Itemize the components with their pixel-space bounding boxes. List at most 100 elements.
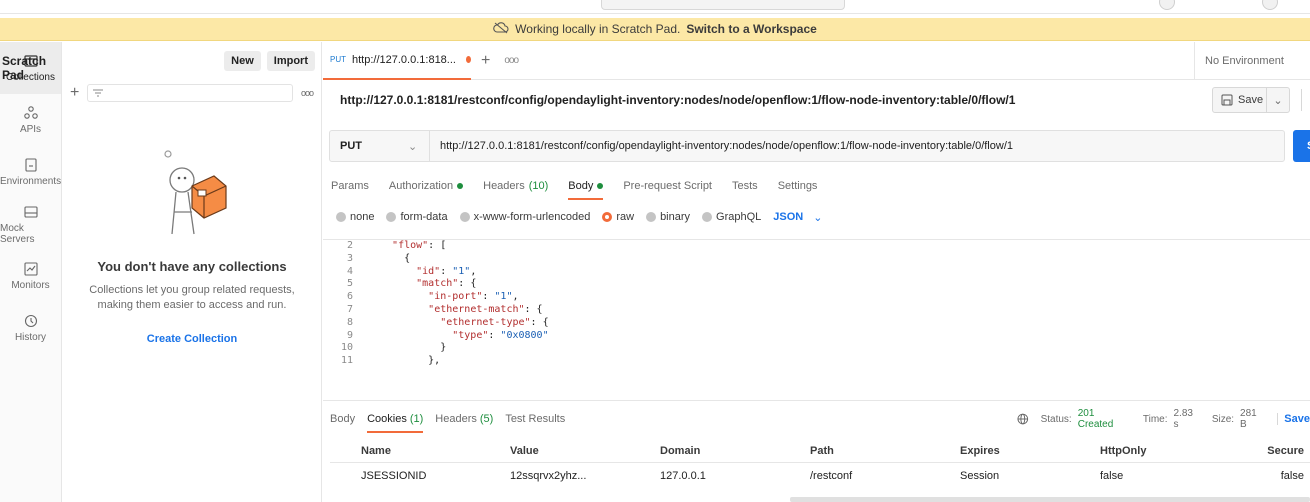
code-line[interactable]: 8 "ethernet-type": { — [323, 317, 1310, 330]
apis-icon — [23, 106, 38, 119]
tab-label: Cookies — [367, 413, 407, 425]
tab-test-results[interactable]: Test Results — [505, 405, 565, 433]
save-button[interactable]: Save ⌄ — [1212, 87, 1290, 113]
divider — [1301, 89, 1302, 111]
request-tab[interactable]: PUT http://127.0.0.1:818... — [323, 41, 471, 80]
column-header: Value — [510, 440, 660, 463]
body-type-binary[interactable]: binary — [646, 211, 690, 223]
json-punct — [380, 240, 392, 251]
cookie-secure: false — [1280, 470, 1304, 483]
tab-label: http://127.0.0.1:818... — [352, 53, 456, 66]
radio-icon — [386, 212, 397, 222]
save-icon — [1221, 94, 1233, 106]
radio-label: binary — [660, 211, 691, 223]
sidebar-item-monitors[interactable]: Monitors — [0, 250, 61, 302]
tab-params[interactable]: Params — [331, 172, 369, 200]
add-icon[interactable]: + — [70, 84, 79, 102]
tab-response-body[interactable]: Body — [330, 405, 355, 433]
json-key: "type" — [452, 329, 489, 341]
cookie-count: (1) — [409, 413, 424, 425]
sync-icon[interactable] — [1159, 0, 1175, 10]
new-button[interactable]: New — [224, 51, 261, 71]
language-select[interactable]: JSON ⌄ — [773, 211, 822, 224]
body-type-urlencoded[interactable]: x-www-form-urlencoded — [459, 211, 590, 223]
line-number: 3 — [346, 252, 353, 264]
json-punct: : { — [524, 303, 543, 315]
json-punct: { — [380, 252, 411, 264]
body-code-editor[interactable]: 2 "flow": [3 {4 "id": "1", 5 "match": {6 … — [323, 239, 1310, 401]
json-punct: }, — [380, 355, 441, 367]
horizontal-scrollbar[interactable] — [790, 497, 1310, 502]
cookies-table: Name Value Domain Path Expires HttpOnly … — [330, 440, 1310, 490]
tab-cookies[interactable]: Cookies (1) — [367, 405, 424, 433]
more-tabs-icon[interactable]: ooo — [504, 55, 519, 66]
save-label: Save — [1238, 94, 1264, 106]
json-punct: , — [470, 265, 477, 277]
code-text: "ethernet-match": { — [380, 303, 543, 317]
tab-settings[interactable]: Settings — [778, 172, 818, 200]
radio-label: none — [350, 211, 375, 223]
history-icon — [24, 314, 37, 328]
sidebar-item-label: History — [14, 332, 47, 343]
sidebar-rail: Collections APIs Environments Mock Serve… — [0, 42, 62, 502]
sidebar-item-history[interactable]: History — [0, 302, 61, 354]
code-line[interactable]: 2 "flow": [ — [323, 240, 1310, 253]
tab-label: Authorization — [388, 180, 454, 192]
line-number: 8 — [346, 316, 353, 328]
send-button[interactable]: S — [1293, 130, 1310, 162]
save-response-button[interactable]: Save — [1277, 413, 1310, 425]
request-title[interactable]: http://127.0.0.1:8181/restconf/config/op… — [340, 93, 1015, 107]
code-line[interactable]: 4 "id": "1", — [323, 266, 1310, 279]
tab-authorization[interactable]: Authorization — [388, 172, 464, 200]
code-line[interactable]: 10 } — [323, 342, 1310, 355]
url-input[interactable] — [430, 131, 1284, 161]
json-punct: : { — [530, 316, 549, 328]
body-type-raw[interactable]: raw — [602, 211, 634, 223]
sidebar-item-apis[interactable]: APIs — [0, 94, 61, 146]
chevron-down-icon[interactable]: ⌄ — [1267, 94, 1289, 107]
more-options-icon[interactable]: ooo — [301, 88, 314, 98]
unsaved-dot-icon — [465, 56, 471, 63]
code-line[interactable]: 9 "type": "0x0800" — [323, 330, 1310, 343]
create-collection-link[interactable]: Create Collection — [62, 333, 322, 345]
size-value: 281 B — [1240, 408, 1257, 430]
json-string: "1" — [494, 291, 513, 303]
code-line[interactable]: 5 "match": { — [323, 278, 1310, 291]
code-line[interactable]: 6 "in-port": "1", — [323, 291, 1310, 304]
tab-response-headers[interactable]: Headers (5) — [435, 405, 493, 433]
code-line[interactable]: 3 { — [323, 253, 1310, 266]
code-line[interactable]: 7 "ethernet-match": { — [323, 304, 1310, 317]
tab-tests[interactable]: Tests — [732, 172, 758, 200]
import-button[interactable]: Import — [266, 51, 315, 71]
radio-icon — [702, 212, 713, 222]
body-type-graphql[interactable]: GraphQL — [702, 211, 761, 223]
code-text: } — [380, 342, 446, 355]
json-punct: : — [440, 265, 453, 277]
line-number: 4 — [346, 265, 353, 277]
avatar[interactable] — [1262, 0, 1278, 10]
time-value: 2.83 s — [1173, 408, 1193, 430]
filter-input[interactable] — [87, 84, 293, 102]
method-select[interactable]: PUT ⌄ — [330, 131, 430, 161]
table-row: JSESSIONID 12ssqrvx2yhz... 127.0.0.1 /re… — [330, 462, 1310, 490]
body-type-form-data[interactable]: form-data — [386, 211, 448, 223]
environment-select[interactable]: No Environment — [1194, 42, 1310, 80]
tab-headers[interactable]: Headers (10) — [483, 172, 548, 200]
sidebar-item-mock-servers[interactable]: Mock Servers — [0, 198, 61, 250]
sidebar-item-label: Environments — [0, 176, 62, 187]
cookie-name: JSESSIONID — [361, 470, 427, 483]
globe-icon[interactable] — [1017, 413, 1029, 425]
response-status: Status: 201 Created Time: 2.83 s Size: 2… — [1017, 405, 1310, 433]
sidebar-item-environments[interactable]: Environments — [0, 146, 61, 198]
status-dot-icon — [457, 183, 464, 189]
switch-workspace-link[interactable]: Switch to a Workspace — [686, 22, 816, 36]
code-line[interactable]: 11 }, — [323, 355, 1310, 368]
tab-pre-request-script[interactable]: Pre-request Script — [623, 172, 712, 200]
tab-body[interactable]: Body — [568, 172, 604, 200]
line-number: 5 — [346, 278, 353, 290]
chevron-down-icon: ⌄ — [408, 140, 418, 153]
new-tab-icon[interactable]: + — [481, 52, 490, 70]
search-input[interactable] — [601, 0, 845, 10]
body-type-none[interactable]: none — [336, 211, 374, 223]
json-key: "flow" — [392, 240, 429, 251]
